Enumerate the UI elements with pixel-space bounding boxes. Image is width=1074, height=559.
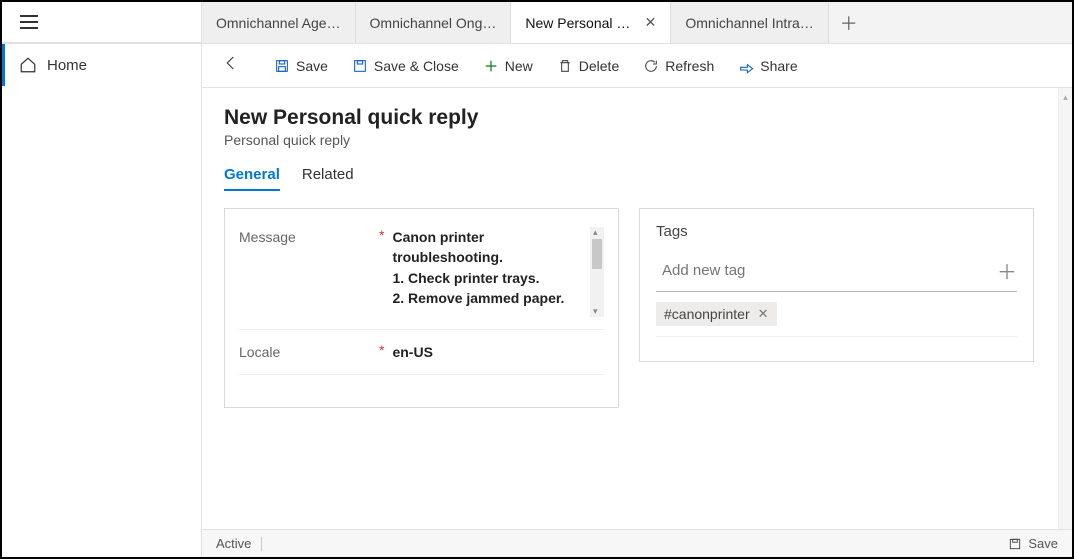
button-label: Save	[296, 58, 328, 74]
tab-omnichannel-intraday[interactable]: Omnichannel Intra…	[671, 2, 828, 43]
add-tag-button[interactable]: ＋	[997, 256, 1017, 285]
content-scrollbar[interactable]: ▴	[1058, 88, 1072, 529]
button-label: Save	[1028, 536, 1058, 551]
button-label: Save & Close	[374, 58, 459, 74]
tab-strip: Omnichannel Age… Omnichannel Ong… New Pe…	[202, 2, 1072, 43]
tab-omnichannel-agent[interactable]: Omnichannel Age…	[202, 2, 356, 43]
delete-button[interactable]: Delete	[547, 52, 629, 80]
close-icon[interactable]: ✕	[645, 14, 657, 31]
tag-chip-label: #canonprinter	[664, 306, 750, 322]
refresh-button[interactable]: Refresh	[633, 52, 724, 80]
button-label: New	[505, 58, 533, 74]
add-tag-input[interactable]	[662, 262, 997, 279]
general-panel: Message * Canon printer troubleshooting.…	[224, 208, 619, 408]
sidebar: Home	[2, 44, 202, 557]
tab-new-personal-quick-reply[interactable]: New Personal quick reply ✕	[511, 2, 671, 43]
form-tabs: General Related	[224, 166, 1036, 192]
sidebar-item-home[interactable]: Home	[2, 44, 201, 86]
textarea-scrollbar[interactable]	[590, 227, 604, 317]
tab-label: New Personal quick reply	[525, 15, 636, 31]
tags-panel: Tags ＋ #canonprinter ✕	[639, 208, 1034, 362]
required-indicator: *	[379, 227, 384, 243]
locale-field-label: Locale	[239, 342, 379, 360]
new-button[interactable]: New	[473, 52, 543, 80]
status-bar: Active Save	[202, 529, 1072, 557]
tab-label: Omnichannel Age…	[216, 15, 341, 31]
remove-tag-icon[interactable]: ✕	[758, 306, 769, 322]
statusbar-save-button[interactable]: Save	[1008, 536, 1058, 551]
tag-chip[interactable]: #canonprinter ✕	[656, 302, 777, 326]
back-button[interactable]	[216, 48, 246, 83]
hamburger-menu[interactable]	[20, 15, 38, 29]
button-label: Delete	[579, 58, 619, 74]
page-title: New Personal quick reply	[224, 106, 1036, 130]
button-label: Refresh	[665, 58, 714, 74]
required-indicator: *	[379, 342, 384, 358]
share-button[interactable]: Share	[728, 52, 807, 80]
message-field-value[interactable]: Canon printer troubleshooting. 1. Check …	[392, 227, 586, 317]
tab-omnichannel-ongoing[interactable]: Omnichannel Ong…	[356, 2, 512, 43]
tags-section-title: Tags	[656, 223, 1017, 240]
new-tab-button[interactable]: ＋	[829, 2, 869, 43]
form-tab-related[interactable]: Related	[302, 166, 354, 191]
save-button[interactable]: Save	[264, 52, 338, 80]
command-bar: Save Save & Close New Delete Refresh	[202, 44, 1072, 88]
home-icon	[19, 56, 37, 74]
record-state: Active	[216, 536, 251, 551]
message-field-label: Message	[239, 227, 379, 245]
button-label: Share	[760, 58, 797, 74]
tab-label: Omnichannel Ong…	[370, 15, 497, 31]
tab-label: Omnichannel Intra…	[685, 15, 813, 31]
sidebar-item-label: Home	[47, 57, 87, 74]
save-and-close-button[interactable]: Save & Close	[342, 52, 469, 80]
form-tab-general[interactable]: General	[224, 166, 280, 191]
locale-field-value[interactable]: en-US	[392, 342, 604, 362]
page-subtitle: Personal quick reply	[224, 132, 1036, 148]
